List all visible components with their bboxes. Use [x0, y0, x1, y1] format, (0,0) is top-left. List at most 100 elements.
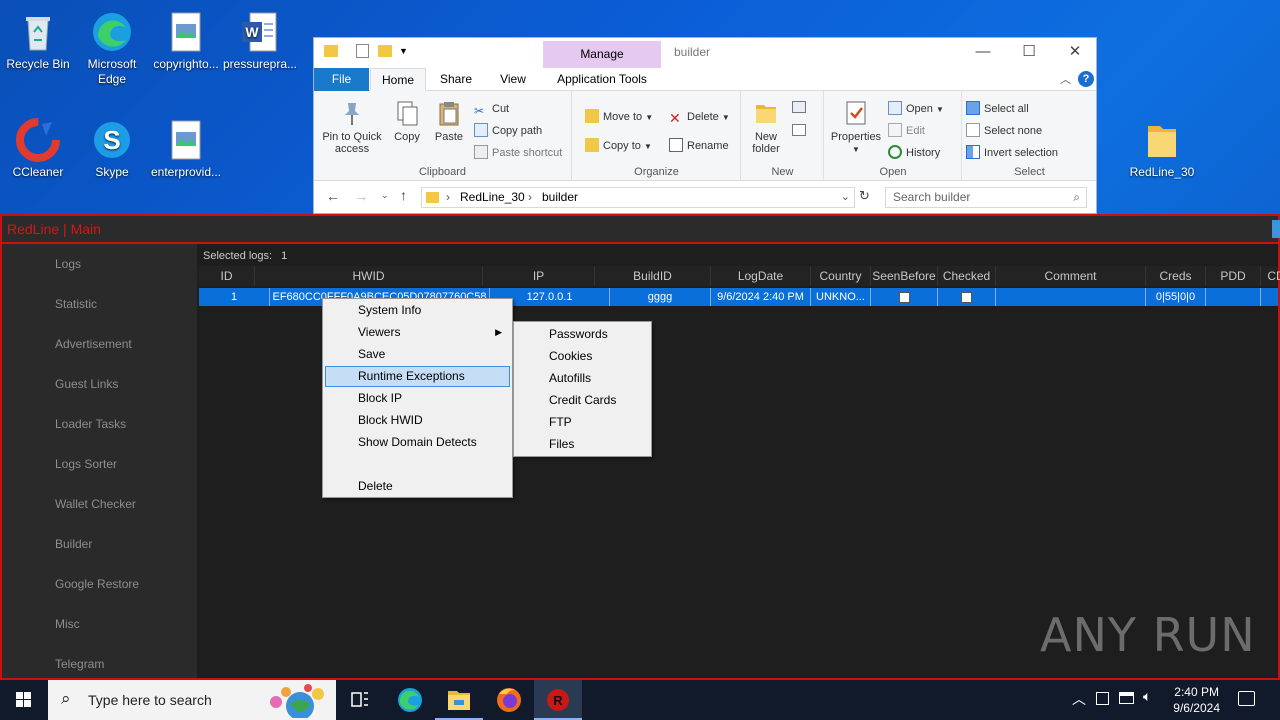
- task-view-button[interactable]: [336, 680, 384, 720]
- close-button[interactable]: ✕: [1052, 41, 1098, 63]
- pin-to-quick-access-button[interactable]: Pin to Quick access: [319, 99, 385, 155]
- start-button[interactable]: [0, 680, 48, 720]
- properties-quick-icon[interactable]: [356, 44, 369, 58]
- minimize-button[interactable]: —: [960, 41, 1006, 63]
- taskbar-edge-button[interactable]: [386, 680, 434, 720]
- column-header-pdd[interactable]: PDD: [1206, 266, 1261, 286]
- new-item-icon[interactable]: [792, 101, 806, 113]
- select-all-button[interactable]: Select all: [966, 101, 1029, 117]
- sidebar-item-wallet-checker[interactable]: Wallet Checker: [2, 484, 197, 524]
- forward-arrow-icon[interactable]: →: [354, 188, 368, 204]
- tab-application-tools[interactable]: Application Tools: [543, 68, 661, 91]
- easy-access-icon[interactable]: [792, 124, 806, 136]
- desktop-icon-skype[interactable]: S Skype: [74, 118, 150, 180]
- back-arrow-icon[interactable]: ←: [326, 188, 340, 204]
- taskbar-firefox-button[interactable]: [485, 680, 533, 720]
- column-header-seenbefore[interactable]: SeenBefore: [871, 266, 938, 286]
- menu-item-cookies[interactable]: Cookies: [516, 346, 649, 367]
- properties-button[interactable]: Properties ▼: [828, 99, 884, 156]
- column-header-logdate[interactable]: LogDate: [711, 266, 811, 286]
- desktop-icon-pressurepra[interactable]: W pressurepra...: [222, 10, 298, 72]
- paste-button[interactable]: Paste: [429, 99, 469, 143]
- sidebar-item-telegram[interactable]: Telegram: [2, 644, 197, 684]
- move-to-button[interactable]: Move to ▼: [585, 109, 653, 126]
- menu-item-ftp[interactable]: FTP: [516, 412, 649, 433]
- menu-item-block-ip[interactable]: Block IP: [325, 388, 510, 409]
- column-header-cd[interactable]: CD: [1261, 266, 1280, 286]
- new-folder-button[interactable]: New folder: [746, 99, 786, 155]
- cut-button[interactable]: ✂ Cut: [474, 101, 509, 118]
- desktop-icon-enterprovid[interactable]: enterprovid...: [148, 118, 224, 180]
- sidebar-item-guest-links[interactable]: Guest Links: [2, 364, 197, 404]
- notification-center-icon[interactable]: [1238, 691, 1255, 706]
- desktop-icon-copyrighto[interactable]: copyrighto...: [148, 10, 224, 72]
- tab-share[interactable]: Share: [428, 68, 484, 91]
- breadcrumb-builder[interactable]: builder: [542, 188, 578, 207]
- refresh-icon[interactable]: ↻: [859, 188, 870, 204]
- show-hidden-icons-icon[interactable]: ︿: [1072, 689, 1086, 709]
- invert-selection-button[interactable]: Invert selection: [966, 145, 1058, 161]
- desktop-icon-ccleaner[interactable]: CCleaner: [0, 118, 76, 180]
- sidebar-item-builder[interactable]: Builder: [2, 524, 197, 564]
- address-dropdown-icon[interactable]: ⌄: [841, 188, 850, 207]
- menu-item-files[interactable]: Files: [516, 434, 649, 455]
- menu-item-credit-cards[interactable]: Credit Cards: [516, 390, 649, 411]
- help-icon[interactable]: ?: [1078, 71, 1094, 87]
- edit-button[interactable]: Edit: [888, 123, 925, 139]
- taskbar-redline-button[interactable]: R: [534, 680, 582, 720]
- menu-item-passwords[interactable]: Passwords: [516, 324, 649, 345]
- checked-checkbox[interactable]: [961, 291, 972, 303]
- history-button[interactable]: History: [888, 145, 940, 161]
- column-header-checked[interactable]: Checked: [938, 266, 996, 286]
- address-bar[interactable]: › RedLine_30 › builder ⌄: [421, 187, 855, 208]
- menu-item-system-info[interactable]: System Info: [325, 300, 510, 321]
- paste-shortcut-button[interactable]: Paste shortcut: [474, 145, 562, 161]
- select-none-button[interactable]: Select none: [966, 123, 1042, 139]
- volume-tray-icon[interactable]: 🔈︎: [1143, 688, 1151, 705]
- new-folder-quick-icon[interactable]: [378, 45, 392, 57]
- copy-to-button[interactable]: Copy to ▼: [585, 138, 652, 155]
- menu-item-save[interactable]: Save: [325, 344, 510, 365]
- network-tray-icon[interactable]: [1096, 692, 1109, 705]
- rename-button[interactable]: Rename: [669, 138, 729, 154]
- column-header-hwid[interactable]: HWID: [255, 266, 483, 286]
- copy-button[interactable]: Copy: [388, 99, 426, 143]
- breadcrumb-redline[interactable]: RedLine_30: [460, 188, 525, 207]
- menu-item-autofills[interactable]: Autofills: [516, 368, 649, 389]
- taskbar-explorer-button[interactable]: [435, 680, 483, 720]
- tab-home[interactable]: Home: [370, 68, 426, 91]
- search-input[interactable]: Search builder ⌕: [885, 187, 1087, 208]
- sidebar-item-misc[interactable]: Misc: [2, 604, 197, 644]
- tab-view[interactable]: View: [486, 68, 540, 91]
- menu-item-delete[interactable]: Delete: [325, 476, 510, 497]
- taskbar-clock[interactable]: 2:40 PM 9/6/2024: [1173, 684, 1220, 716]
- menu-item-viewers[interactable]: Viewers ▶: [325, 322, 510, 343]
- desktop-icon-recycle-bin[interactable]: Recycle Bin: [0, 10, 76, 72]
- sidebar-item-loader-tasks[interactable]: Loader Tasks: [2, 404, 197, 444]
- column-header-ip[interactable]: IP: [483, 266, 595, 286]
- desktop-icon-redline-folder[interactable]: RedLine_30: [1124, 118, 1200, 180]
- redline-title-button[interactable]: [1272, 220, 1280, 238]
- column-header-creds[interactable]: Creds: [1146, 266, 1206, 286]
- tab-file[interactable]: File: [314, 68, 369, 91]
- ethernet-tray-icon[interactable]: [1119, 692, 1134, 704]
- column-header-id[interactable]: ID: [199, 266, 255, 286]
- recent-locations-icon[interactable]: ⌄: [381, 190, 389, 201]
- manage-tab[interactable]: Manage: [543, 41, 661, 68]
- delete-button[interactable]: ✕ Delete ▼: [669, 109, 730, 126]
- taskbar-search-box[interactable]: ⌕ Type here to search: [48, 680, 336, 720]
- sidebar-item-advertisement[interactable]: Advertisement: [2, 324, 197, 364]
- sidebar-item-logs-sorter[interactable]: Logs Sorter: [2, 444, 197, 484]
- menu-item-runtime-exceptions[interactable]: Runtime Exceptions: [325, 366, 510, 387]
- sidebar-item-google-restore[interactable]: Google Restore: [2, 564, 197, 604]
- column-header-buildid[interactable]: BuildID: [595, 266, 711, 286]
- collapse-ribbon-icon[interactable]: ︿: [1060, 71, 1071, 87]
- menu-item-block-hwid[interactable]: Block HWID: [325, 410, 510, 431]
- desktop-icon-edge[interactable]: Microsoft Edge: [74, 10, 150, 87]
- column-header-country[interactable]: Country: [811, 266, 871, 286]
- seenbefore-checkbox[interactable]: [898, 291, 910, 303]
- quick-access-dropdown-icon[interactable]: ▼: [399, 46, 408, 56]
- copy-path-button[interactable]: Copy path: [474, 123, 542, 139]
- open-button[interactable]: Open ▼: [888, 101, 944, 118]
- sidebar-item-logs[interactable]: Logs: [2, 244, 197, 284]
